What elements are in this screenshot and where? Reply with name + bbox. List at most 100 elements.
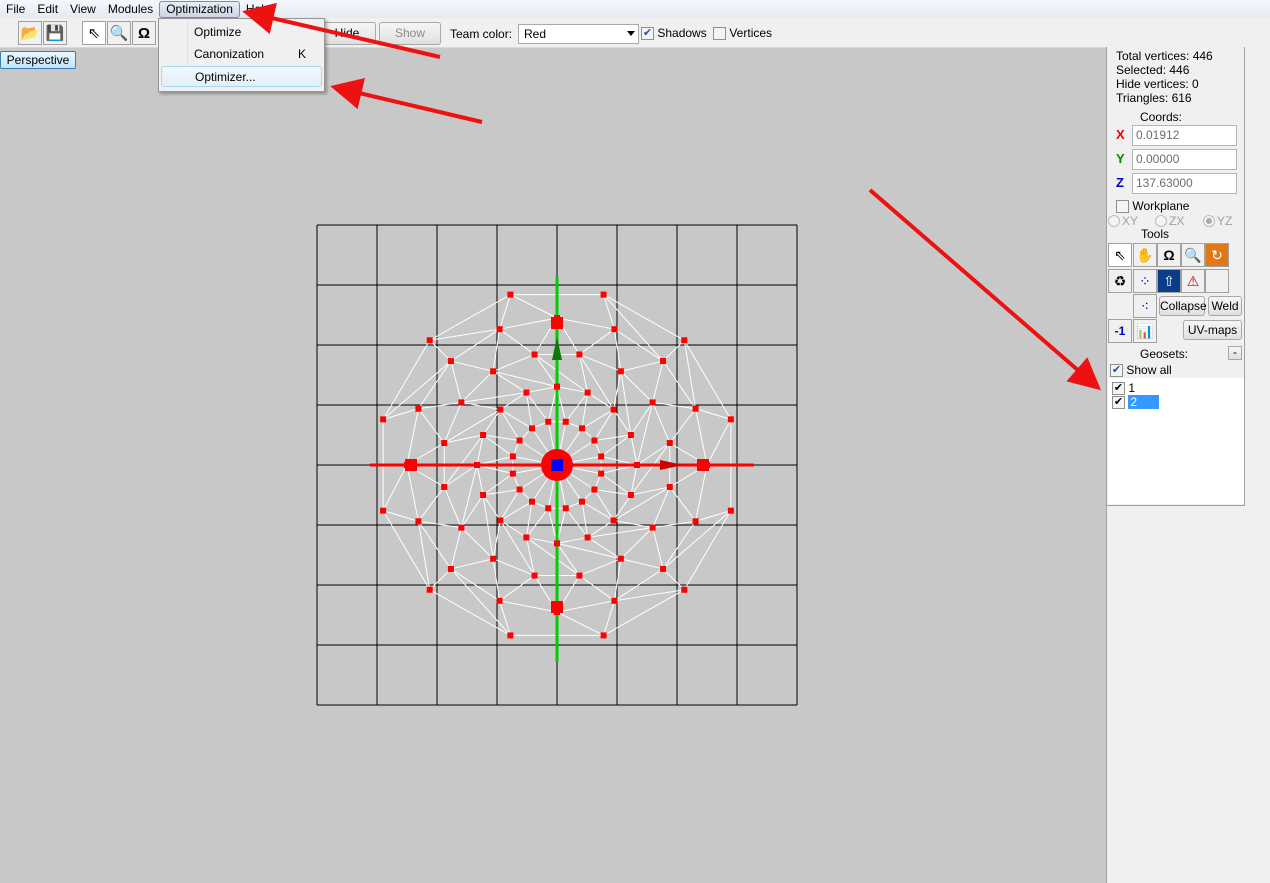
mesh-edge: [525, 507, 549, 538]
chart-icon[interactable]: 📊: [1133, 319, 1157, 343]
mesh-edge: [450, 360, 494, 372]
radio-zx[interactable]: ZX: [1155, 214, 1184, 228]
uv-maps-button[interactable]: UV-maps: [1183, 320, 1242, 340]
refresh-icon[interactable]: ↻: [1205, 243, 1229, 267]
radio-xy-label: XY: [1122, 214, 1139, 228]
vertex: [617, 555, 624, 562]
mesh-edge: [443, 434, 484, 488]
extrude-icon[interactable]: ⇧: [1157, 269, 1181, 293]
radio-yz[interactable]: YZ: [1203, 214, 1232, 228]
vertex: [584, 389, 591, 396]
hand-icon[interactable]: ✋: [1133, 243, 1157, 267]
vertex: [490, 555, 497, 562]
split-vertices-icon[interactable]: ⁘: [1133, 269, 1157, 293]
geosets-collapse-button[interactable]: -: [1228, 346, 1242, 360]
vertex: [660, 565, 667, 572]
vertex: [528, 425, 535, 432]
workplane-checkbox[interactable]: Workplane: [1116, 199, 1190, 214]
viewport-canvas[interactable]: [0, 0, 1106, 883]
menu-item-optimizer[interactable]: Optimizer...: [161, 66, 322, 87]
mesh-edge: [429, 589, 511, 636]
mesh-edge: [556, 611, 604, 636]
geoset-list: ✔ 1 ✔ 2: [1108, 378, 1244, 504]
y-coord-input[interactable]: 0.00000: [1132, 149, 1237, 170]
collapse-button[interactable]: Collapse: [1159, 296, 1207, 316]
vertex-cluster: [551, 601, 563, 613]
mesh-edge: [500, 520, 527, 538]
mesh-edge: [652, 401, 696, 410]
mesh-edge: [476, 464, 484, 496]
mesh-edge: [579, 354, 622, 372]
mesh-edge: [662, 339, 685, 362]
vertex: [380, 507, 387, 514]
mesh-edge: [652, 360, 664, 403]
mesh-edge: [443, 402, 462, 444]
vertex: [584, 534, 591, 541]
vertex: [480, 492, 487, 499]
mesh-edge: [652, 486, 671, 528]
mesh-edge: [492, 558, 501, 601]
vertex: [727, 416, 734, 423]
mesh-edge: [593, 409, 614, 441]
optimization-menu: Optimize Canonization K Optimizer...: [158, 18, 325, 92]
vertex: [598, 453, 605, 460]
mesh-edge: [613, 494, 632, 521]
x-axis-arrow-icon: [660, 460, 683, 470]
recycle-icon[interactable]: ♻: [1108, 269, 1132, 293]
mesh-edge: [603, 294, 685, 341]
mesh-edge: [587, 520, 614, 538]
mesh-edge: [483, 434, 520, 441]
radio-zx-label: ZX: [1169, 214, 1185, 228]
tools-label: Tools: [1141, 227, 1170, 241]
mesh-edge: [499, 575, 535, 602]
mesh-edge: [450, 527, 462, 570]
panel-scroll-area: [1245, 47, 1270, 883]
mesh-edge: [418, 520, 462, 529]
mesh-edge: [482, 434, 514, 457]
mesh-edge: [579, 354, 614, 410]
radio-xy[interactable]: XY: [1108, 214, 1138, 228]
radio-yz-label: YZ: [1217, 214, 1233, 228]
zoom-icon[interactable]: 🔍: [1181, 243, 1205, 267]
mesh-edge: [526, 386, 558, 394]
mesh-edge: [587, 392, 614, 410]
vertex: [496, 326, 503, 333]
x-coord-input[interactable]: 0.01912: [1132, 125, 1237, 146]
geoset-item[interactable]: ✔ 1: [1112, 381, 1135, 396]
mesh-edge: [492, 329, 501, 372]
mesh-edge: [652, 520, 696, 529]
lock-icon[interactable]: ⚠: [1181, 269, 1205, 293]
mesh-edge: [587, 537, 622, 560]
vertex: [627, 492, 634, 499]
z-coord-input[interactable]: 137.63000: [1132, 173, 1237, 194]
mesh-edge: [482, 473, 514, 496]
vertex: [523, 389, 530, 396]
mesh-edge: [579, 328, 615, 355]
mesh-edge: [581, 409, 614, 429]
mesh-edge: [500, 409, 533, 429]
empty-tool[interactable]: [1205, 269, 1229, 293]
mesh-edge: [594, 434, 631, 441]
mesh-edge: [510, 294, 558, 319]
select-vertices-icon[interactable]: ⇖: [1108, 243, 1132, 267]
rotate-icon[interactable]: Ω: [1157, 243, 1181, 267]
triangles-count: Triangles: 616: [1116, 91, 1192, 105]
menu-item-canonization[interactable]: Canonization K: [161, 44, 322, 65]
vertex: [447, 565, 454, 572]
vertex-dots-icon[interactable]: ⁖: [1133, 294, 1157, 318]
geoset-item[interactable]: ✔ 2: [1112, 395, 1160, 410]
vertex: [591, 486, 598, 493]
vertex: [441, 440, 448, 447]
vertex: [666, 483, 673, 490]
vertex: [649, 524, 656, 531]
vertex: [576, 351, 583, 358]
menu-item-optimize[interactable]: Optimize: [161, 22, 322, 43]
invert-button[interactable]: -1: [1108, 319, 1132, 343]
workplane-label: Workplane: [1132, 199, 1190, 213]
mesh-edge: [620, 527, 653, 560]
weld-button[interactable]: Weld: [1208, 296, 1242, 316]
mesh-edge: [706, 419, 732, 466]
show-all-checkbox[interactable]: ✔ Show all: [1110, 363, 1172, 378]
geoset-label: 2: [1128, 395, 1160, 409]
y-label: Y: [1116, 151, 1125, 166]
